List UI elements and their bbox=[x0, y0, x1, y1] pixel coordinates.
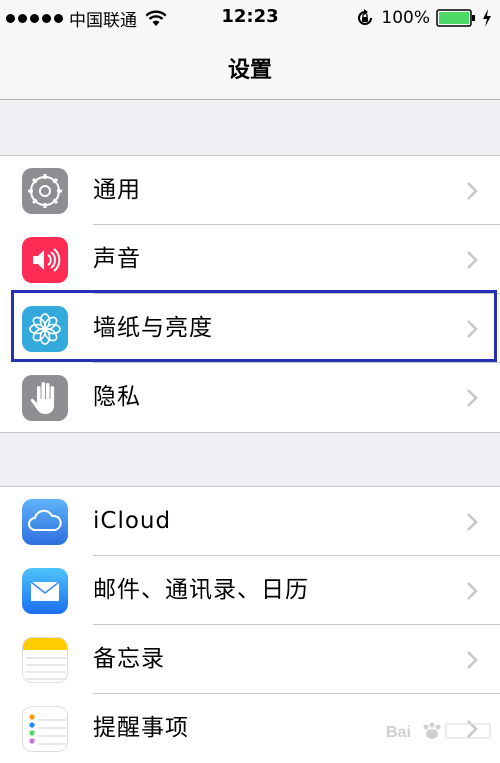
rotation-lock-icon bbox=[358, 9, 373, 25]
page-title: 设置 bbox=[227, 58, 272, 83]
settings-row-label: 声音 bbox=[93, 246, 141, 272]
settings-row-label: 通用 bbox=[93, 177, 141, 203]
hand-icon bbox=[22, 375, 68, 421]
battery-percentage: 100% bbox=[381, 8, 430, 28]
chevron-right-icon bbox=[467, 182, 478, 200]
settings-row-label: 提醒事项 bbox=[93, 715, 189, 741]
settings-row-sounds[interactable]: 声音 bbox=[0, 225, 500, 294]
baidu-watermark-logo: Bai bbox=[384, 718, 494, 744]
chevron-right-icon bbox=[467, 651, 478, 669]
svg-text:Bai: Bai bbox=[386, 724, 411, 741]
highlight-frame bbox=[11, 290, 497, 362]
settings-row-label: iCloud bbox=[93, 508, 172, 534]
settings-row-label: 备忘录 bbox=[93, 646, 165, 672]
settings-row-label: 邮件、通讯录、日历 bbox=[93, 577, 309, 603]
gear-icon bbox=[22, 168, 68, 214]
settings-row-general[interactable]: 通用 bbox=[0, 156, 500, 225]
chevron-right-icon bbox=[467, 251, 478, 269]
settings-row-icloud[interactable]: iCloud bbox=[0, 487, 500, 556]
chevron-right-icon bbox=[467, 389, 478, 407]
speaker-icon bbox=[22, 237, 68, 283]
battery-icon bbox=[436, 9, 475, 27]
chevron-right-icon bbox=[467, 513, 478, 531]
reminders-icon bbox=[22, 706, 68, 752]
settings-row-privacy[interactable]: 隐私 bbox=[0, 363, 500, 432]
status-bar: 中国联通 12:23 100% bbox=[0, 0, 500, 36]
mail-icon bbox=[22, 568, 68, 614]
navigation-bar: 设置 bbox=[0, 36, 500, 100]
status-bar-right: 100% bbox=[355, 6, 492, 30]
charging-icon bbox=[483, 9, 491, 27]
settings-row-mail-contacts-calendars[interactable]: 邮件、通讯录、日历 bbox=[0, 556, 500, 625]
cloud-icon bbox=[22, 499, 68, 545]
chevron-right-icon bbox=[467, 582, 478, 600]
notes-icon bbox=[22, 637, 68, 683]
settings-row-label: 隐私 bbox=[93, 384, 141, 410]
settings-row-notes[interactable]: 备忘录 bbox=[0, 625, 500, 694]
